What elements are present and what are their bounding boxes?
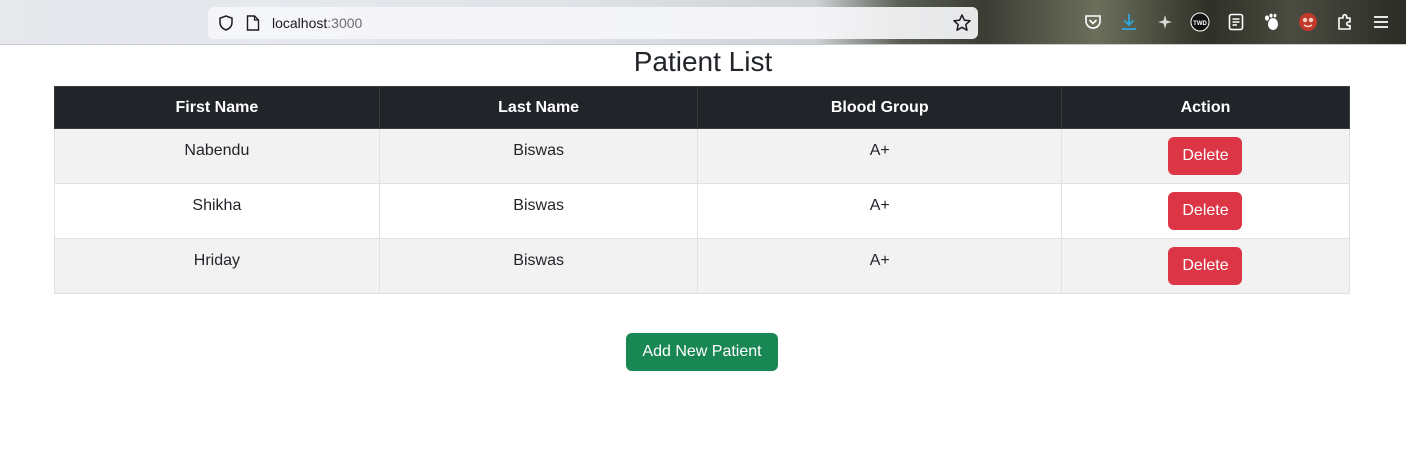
cell-last-name: Biswas: [378, 183, 699, 239]
extension-red-icon[interactable]: [1298, 12, 1318, 32]
address-bar[interactable]: localhost:3000: [208, 7, 978, 39]
page-title: Patient List: [633, 46, 773, 77]
cell-first-name: Hriday: [54, 238, 380, 294]
url-host: localhost: [272, 15, 328, 31]
cell-first-name: Nabendu: [54, 128, 380, 184]
blood-group-text: A+: [869, 197, 890, 214]
table-row: Nabendu Biswas A+ Delete: [54, 128, 1351, 184]
page-icon[interactable]: [246, 15, 260, 31]
first-name-text: Shikha: [192, 197, 242, 214]
delete-button[interactable]: Delete: [1168, 192, 1243, 230]
toolbar-fade: [0, 0, 220, 44]
cell-first-name: Shikha: [54, 183, 380, 239]
header-last-name: Last Name: [378, 86, 699, 129]
header-blood-group: Blood Group: [697, 86, 1062, 129]
table-row: Hriday Biswas A+ Delete: [54, 238, 1351, 294]
last-name-text: Biswas: [513, 142, 564, 159]
cell-last-name: Biswas: [378, 128, 699, 184]
blood-group-text: A+: [869, 142, 890, 159]
pocket-icon[interactable]: [1083, 12, 1103, 32]
last-name-text: Biswas: [513, 252, 564, 269]
extension-tw-icon[interactable]: TWD: [1190, 12, 1210, 32]
notes-icon[interactable]: [1226, 12, 1246, 32]
blood-group-text: A+: [869, 252, 890, 269]
header-first-name: First Name: [54, 86, 380, 129]
cell-action: Delete: [1060, 183, 1351, 239]
table-row: Shikha Biswas A+ Delete: [54, 183, 1351, 239]
download-icon[interactable]: [1119, 12, 1139, 32]
add-new-patient-button[interactable]: Add New Patient: [626, 333, 778, 371]
browser-toolbar: localhost:3000 TWD: [0, 0, 1406, 45]
cell-action: Delete: [1060, 128, 1351, 184]
table-header-row: First Name Last Name Blood Group Action: [54, 86, 1351, 129]
first-name-text: Hriday: [193, 252, 240, 269]
cell-blood-group: A+: [697, 128, 1062, 184]
shield-icon[interactable]: [218, 15, 234, 31]
url-port: :3000: [327, 15, 363, 31]
delete-button[interactable]: Delete: [1168, 137, 1243, 175]
gnome-icon[interactable]: [1262, 12, 1282, 32]
last-name-text: Biswas: [513, 197, 564, 214]
patient-table: First Name Last Name Blood Group Action …: [54, 86, 1351, 294]
cell-action: Delete: [1060, 238, 1351, 294]
delete-button[interactable]: Delete: [1168, 247, 1243, 285]
bookmark-star-icon[interactable]: [952, 13, 972, 33]
cell-blood-group: A+: [697, 238, 1062, 294]
svg-text:TWD: TWD: [1193, 21, 1207, 27]
cell-last-name: Biswas: [378, 238, 699, 294]
extensions-puzzle-icon[interactable]: [1335, 12, 1355, 32]
menu-icon[interactable]: [1371, 12, 1391, 32]
cell-blood-group: A+: [697, 183, 1062, 239]
header-action: Action: [1060, 86, 1351, 129]
url-text[interactable]: localhost:3000: [272, 15, 362, 31]
extension-sparkle-icon[interactable]: [1155, 12, 1175, 32]
first-name-text: Nabendu: [184, 142, 250, 159]
